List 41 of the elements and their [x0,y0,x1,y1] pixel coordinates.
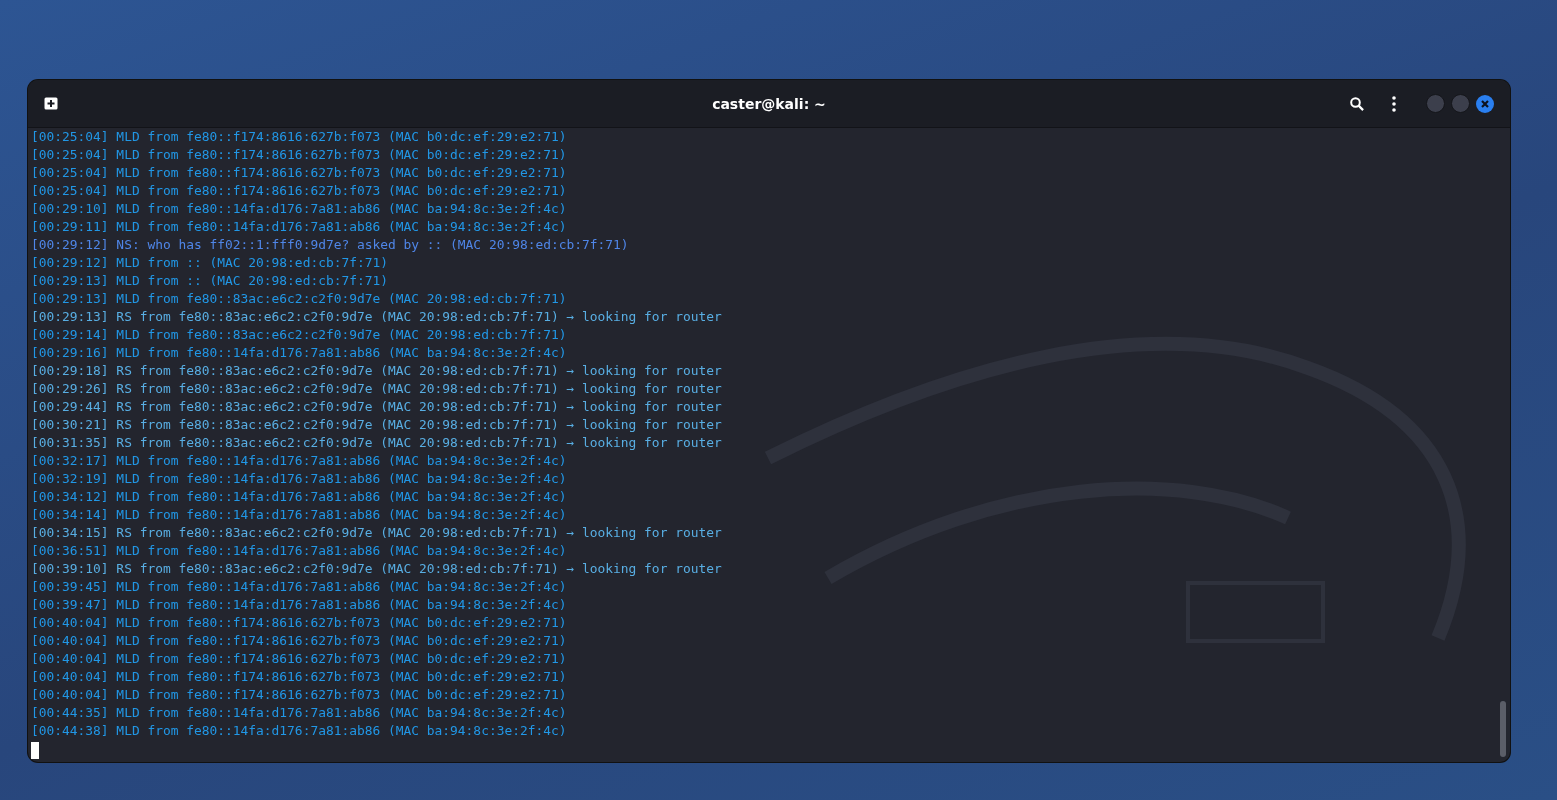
terminal-line: [00:39:10] RS from fe80::83ac:e6c2:c2f0:9d7e (MAC 20:98:ed:cb:7f:71) → looking for router [31,560,722,578]
terminal-line: [00:29:13] MLD from fe80::83ac:e6c2:c2f0:9d7e (MAC 20:98:ed:cb:7f:71) [31,290,567,308]
terminal-line: [00:34:12] MLD from fe80::14fa:d176:7a81:ab86 (MAC ba:94:8c:3e:2f:4c) [31,488,567,506]
terminal-line: [00:29:18] RS from fe80::83ac:e6c2:c2f0:9d7e (MAC 20:98:ed:cb:7f:71) → looking for router [31,362,722,380]
terminal-line: [00:39:47] MLD from fe80::14fa:d176:7a81:ab86 (MAC ba:94:8c:3e:2f:4c) [31,596,567,614]
terminal-line: [00:44:35] MLD from fe80::14fa:d176:7a81:ab86 (MAC ba:94:8c:3e:2f:4c) [31,704,567,722]
close-button[interactable] [1476,94,1494,113]
terminal-line: [00:40:04] MLD from fe80::f174:8616:627b:f073 (MAC b0:dc:ef:29:e2:71) [31,668,567,686]
terminal-line: [00:40:04] MLD from fe80::f174:8616:627b:f073 (MAC b0:dc:ef:29:e2:71) [31,650,567,668]
terminal-line: [00:31:35] RS from fe80::83ac:e6c2:c2f0:9d7e (MAC 20:98:ed:cb:7f:71) → looking for router [31,434,722,452]
terminal-line: [00:34:15] RS from fe80::83ac:e6c2:c2f0:9d7e (MAC 20:98:ed:cb:7f:71) → looking for router [31,524,722,542]
terminal-line: [00:29:13] RS from fe80::83ac:e6c2:c2f0:9d7e (MAC 20:98:ed:cb:7f:71) → looking for router [31,308,722,326]
terminal-line: [00:40:04] MLD from fe80::f174:8616:627b:f073 (MAC b0:dc:ef:29:e2:71) [31,614,567,632]
terminal-line: [00:29:11] MLD from fe80::14fa:d176:7a81:ab86 (MAC ba:94:8c:3e:2f:4c) [31,218,567,236]
terminal-line: [00:25:04] MLD from fe80::f174:8616:627b:f073 (MAC b0:dc:ef:29:e2:71) [31,164,567,182]
scrollbar-thumb[interactable] [1500,701,1506,757]
terminal-line: [00:25:04] MLD from fe80::f174:8616:627b:f073 (MAC b0:dc:ef:29:e2:71) [31,128,567,146]
terminal-line: [00:29:16] MLD from fe80::14fa:d176:7a81:ab86 (MAC ba:94:8c:3e:2f:4c) [31,344,567,362]
text-cursor [31,742,39,759]
terminal-line: [00:40:04] MLD from fe80::f174:8616:627b:f073 (MAC b0:dc:ef:29:e2:71) [31,686,567,704]
terminal-line: [00:36:51] MLD from fe80::14fa:d176:7a81:ab86 (MAC ba:94:8c:3e:2f:4c) [31,542,567,560]
terminal-line: [00:30:21] RS from fe80::83ac:e6c2:c2f0:9d7e (MAC 20:98:ed:cb:7f:71) → looking for router [31,416,722,434]
terminal-line: [00:29:44] RS from fe80::83ac:e6c2:c2f0:9d7e (MAC 20:98:ed:cb:7f:71) → looking for router [31,398,722,416]
terminal-line: [00:34:14] MLD from fe80::14fa:d176:7a81:ab86 (MAC ba:94:8c:3e:2f:4c) [31,506,567,524]
terminal-line: [00:32:17] MLD from fe80::14fa:d176:7a81:ab86 (MAC ba:94:8c:3e:2f:4c) [31,452,567,470]
terminal-line: [00:25:04] MLD from fe80::f174:8616:627b:f073 (MAC b0:dc:ef:29:e2:71) [31,146,567,164]
new-tab-icon[interactable] [44,97,58,110]
terminal-line: [00:29:14] MLD from fe80::83ac:e6c2:c2f0:9d7e (MAC 20:98:ed:cb:7f:71) [31,326,567,344]
terminal-line: [00:40:04] MLD from fe80::f174:8616:627b:f073 (MAC b0:dc:ef:29:e2:71) [31,632,567,650]
terminal-line: [00:29:12] NS: who has ff02::1:fff0:9d7e? asked by :: (MAC 20:98:ed:cb:7f:71) [31,236,629,254]
terminal-line: [00:44:38] MLD from fe80::14fa:d176:7a81:ab86 (MAC ba:94:8c:3e:2f:4c) [31,722,567,740]
terminal-line: [00:29:13] MLD from :: (MAC 20:98:ed:cb:7f:71) [31,272,388,290]
window-title: caster@kali: ~ [712,95,826,112]
terminal-line: [00:32:19] MLD from fe80::14fa:d176:7a81:ab86 (MAC ba:94:8c:3e:2f:4c) [31,470,567,488]
terminal-line: [00:29:10] MLD from fe80::14fa:d176:7a81:ab86 (MAC ba:94:8c:3e:2f:4c) [31,200,567,218]
terminal-line: [00:25:04] MLD from fe80::f174:8616:627b:f073 (MAC b0:dc:ef:29:e2:71) [31,182,567,200]
terminal-line: [00:29:12] MLD from :: (MAC 20:98:ed:cb:7f:71) [31,254,388,272]
terminal-line: [00:29:26] RS from fe80::83ac:e6c2:c2f0:9d7e (MAC 20:98:ed:cb:7f:71) → looking for router [31,380,722,398]
more-options-icon[interactable] [1392,95,1396,112]
terminal-line: [00:39:45] MLD from fe80::14fa:d176:7a81:ab86 (MAC ba:94:8c:3e:2f:4c) [31,578,567,596]
search-icon[interactable] [1350,96,1364,111]
